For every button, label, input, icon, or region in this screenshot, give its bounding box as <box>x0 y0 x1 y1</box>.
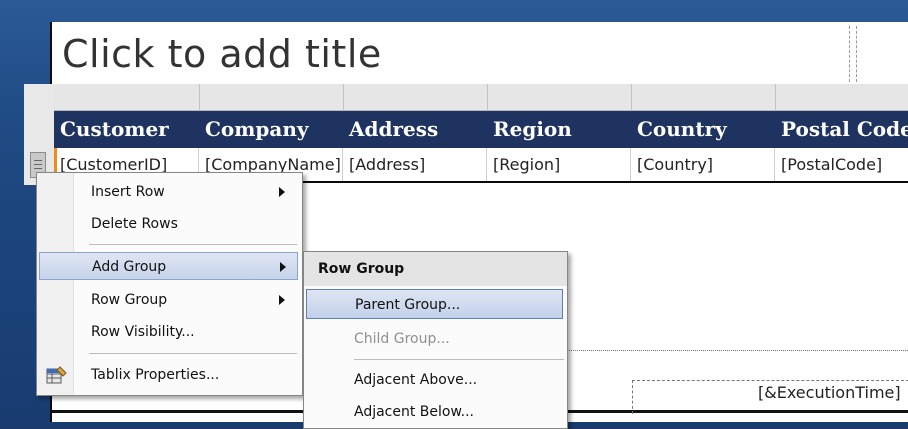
menu-item-label: Row Visibility... <box>91 324 195 340</box>
submenu-item-adjacent-above[interactable]: Adjacent Above... <box>306 365 563 395</box>
menu-item-label: Row Group <box>91 292 168 308</box>
title-guide-line <box>849 26 850 82</box>
submenu-item-adjacent-below[interactable]: Adjacent Below... <box>306 397 563 427</box>
submenu-item-label: Adjacent Above... <box>354 372 478 388</box>
tablix-properties-icon <box>46 366 67 384</box>
column-handle-divider[interactable] <box>487 84 488 110</box>
execution-time-expression[interactable]: [&ExecutionTime] <box>758 383 901 402</box>
add-group-submenu[interactable]: Row Group Parent Group... Child Group...… <box>303 251 568 429</box>
submenu-item-label: Child Group... <box>354 331 450 347</box>
column-handle-divider[interactable] <box>775 84 776 110</box>
header-cell-address[interactable]: Address <box>343 111 487 148</box>
menu-item-label: Insert Row <box>91 184 165 200</box>
header-cell-company[interactable]: Company <box>199 111 343 148</box>
header-cell-country[interactable]: Country <box>631 111 775 148</box>
submenu-item-parent-group[interactable]: Parent Group... <box>306 289 563 319</box>
menu-separator <box>89 353 297 354</box>
report-title-placeholder[interactable]: Click to add title <box>62 32 382 76</box>
submenu-arrow-icon <box>279 187 285 197</box>
submenu-item-label: Parent Group... <box>355 297 461 313</box>
column-handle-divider[interactable] <box>631 84 632 110</box>
menu-item-label: Add Group <box>92 259 167 275</box>
header-cell-customer[interactable]: Customer <box>54 111 199 148</box>
menu-item-delete-rows[interactable]: Delete Rows <box>39 210 298 238</box>
menu-item-label: Delete Rows <box>91 216 178 232</box>
page-footer-boundary <box>567 350 908 351</box>
menu-separator <box>89 244 297 245</box>
column-handle-divider[interactable] <box>343 84 344 110</box>
header-cell-region[interactable]: Region <box>487 111 631 148</box>
menu-item-label: Tablix Properties... <box>91 367 220 383</box>
tablix-header-row[interactable]: Customer Company Address Region Country … <box>54 111 908 148</box>
submenu-header-label: Row Group <box>318 261 405 277</box>
submenu-arrow-icon <box>279 295 285 305</box>
header-cell-postal-code[interactable]: Postal Code <box>775 111 908 148</box>
submenu-arrow-icon <box>280 262 286 272</box>
data-cell-region[interactable]: [Region] <box>487 148 631 181</box>
menu-item-row-visibility[interactable]: Row Visibility... <box>39 318 298 346</box>
menu-item-insert-row[interactable]: Insert Row <box>39 178 298 206</box>
column-handle-row[interactable] <box>54 84 908 111</box>
menu-item-add-group[interactable]: Add Group <box>39 252 298 280</box>
submenu-item-child-group: Child Group... <box>306 324 563 354</box>
column-handle-divider[interactable] <box>199 84 200 110</box>
menu-item-tablix-properties[interactable]: Tablix Properties... <box>39 361 298 389</box>
submenu-item-label: Adjacent Below... <box>354 404 474 420</box>
submenu-separator <box>354 359 564 360</box>
data-cell-postal-code[interactable]: [PostalCode] <box>775 148 908 181</box>
menu-item-row-group[interactable]: Row Group <box>39 286 298 314</box>
submenu-header: Row Group <box>304 252 567 286</box>
tablix-context-menu[interactable]: Insert Row Delete Rows Add Group Row Gro… <box>36 172 303 396</box>
data-cell-country[interactable]: [Country] <box>631 148 775 181</box>
data-cell-address[interactable]: [Address] <box>343 148 487 181</box>
